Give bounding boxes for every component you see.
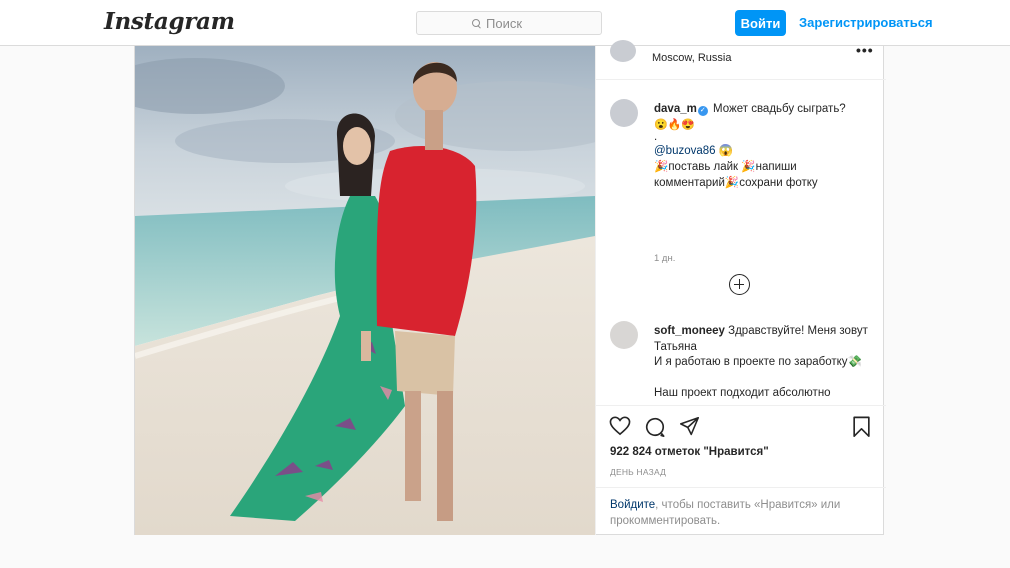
verified-badge-icon: ✓: [697, 106, 708, 116]
caption-username[interactable]: dava_m: [654, 103, 697, 115]
caption-author-avatar[interactable]: [610, 99, 638, 127]
save-bookmark-icon[interactable]: [852, 416, 871, 438]
caption-time: 1 дн.: [654, 253, 676, 264]
comments-section[interactable]: dava_m ✓ Может свадьбу сыграть? 😮🔥😍 . @bu…: [596, 81, 886, 405]
caption-emojis: 😮🔥😍: [654, 119, 696, 131]
comment-username[interactable]: soft_moneey: [654, 325, 725, 337]
post-card: Moscow, Russia ••• dava_m ✓ Может свадьбу…: [134, 40, 886, 535]
comment-item: soft_moneey Здравствуйте! Меня зовут Тат…: [654, 324, 874, 405]
comment-bubble-icon[interactable]: [644, 416, 666, 438]
search-box[interactable]: [416, 11, 602, 35]
search-icon: [472, 18, 481, 28]
like-heart-icon[interactable]: [609, 416, 631, 436]
like-count[interactable]: 922 824 отметок "Нравится": [610, 446, 769, 458]
location-link[interactable]: Moscow, Russia: [652, 52, 731, 64]
more-options-icon[interactable]: •••: [856, 42, 874, 58]
login-button[interactable]: Войти: [735, 10, 786, 36]
caption-text: Может свадьбу сыграть?: [713, 103, 846, 115]
login-prompt: Войдите, чтобы поставить «Нравится» или …: [596, 487, 886, 536]
author-avatar[interactable]: [610, 40, 636, 62]
login-prompt-link[interactable]: Войдите: [610, 499, 655, 511]
top-navbar: Instagram Войти Зарегистрироваться: [0, 0, 1010, 46]
post-photo[interactable]: [135, 46, 595, 535]
search-input[interactable]: [486, 15, 546, 31]
caption-line1: 🎉поставь лайк 🎉напиши: [654, 161, 797, 173]
signup-link[interactable]: Зарегистрироваться: [799, 15, 933, 30]
load-more-comments-icon[interactable]: [729, 274, 750, 295]
post-date[interactable]: ДЕНЬ НАЗАД: [610, 467, 666, 477]
comment-text: Здравствуйте! Меня зовут Татьяна И я раб…: [654, 325, 868, 405]
caption-mention[interactable]: @buzova86: [654, 145, 716, 157]
post-header: Moscow, Russia •••: [596, 40, 886, 80]
instagram-logo[interactable]: Instagram: [104, 8, 235, 35]
post-actions: 922 824 отметок "Нравится" ДЕНЬ НАЗАД Во…: [596, 405, 886, 535]
share-send-icon[interactable]: [679, 416, 700, 437]
post-sidebar: Moscow, Russia ••• dava_m ✓ Может свадьбу…: [595, 40, 886, 535]
caption-dot: .: [654, 131, 658, 143]
mention-emoji: 😱: [718, 145, 734, 157]
caption-line2: комментарий🎉сохрани фотку: [654, 177, 818, 189]
beach-couple-image: [135, 46, 595, 535]
commenter-avatar[interactable]: [610, 321, 638, 349]
post-caption: dava_m ✓ Может свадьбу сыграть? 😮🔥😍 . @bu…: [654, 101, 874, 191]
